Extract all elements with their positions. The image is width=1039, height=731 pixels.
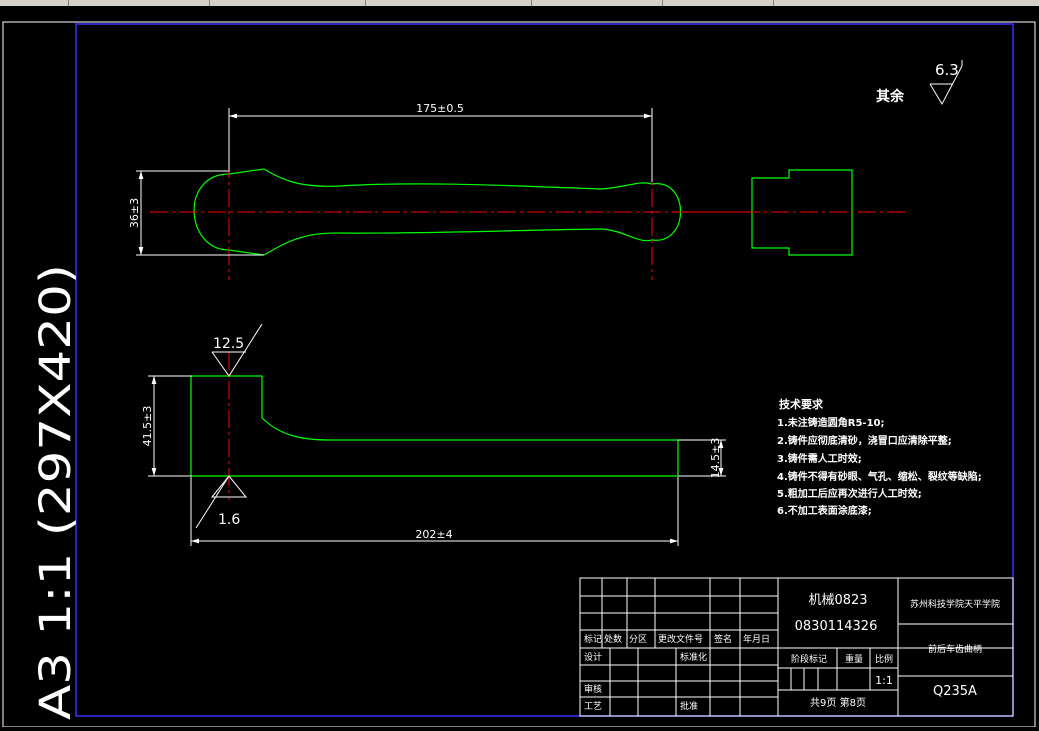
tb-school: 苏州科技学院天平学院 xyxy=(910,598,1000,610)
tb-header-zone: 分区 xyxy=(629,634,647,645)
front-view: 12.5 1.6 41.5±3 14.5±3 202±4 xyxy=(141,323,726,546)
tb-weight: 重量 xyxy=(845,653,863,665)
tech-requirements: 技术要求 1.未注铸造圆角R5-10; 2.铸件应彻底清砂，浇冒口应清除平整; … xyxy=(777,397,982,517)
tech-req-item: 4.铸件不得有砂眼、气孔、缩松、裂纹等缺陷; xyxy=(777,470,982,483)
tb-header-docno: 更改文件号 xyxy=(658,633,703,645)
tech-req-item: 6.不加工表面涂底漆; xyxy=(777,504,872,517)
tb-stage-mark: 阶段标记 xyxy=(791,653,827,665)
top-dim-length-text: 175±0.5 xyxy=(416,102,464,115)
tb-scale: 1:1 xyxy=(875,674,893,687)
tb-header-date: 年月日 xyxy=(743,633,770,645)
inner-border-frame xyxy=(75,23,1014,717)
outer-sheet-frame xyxy=(2,21,1036,728)
tb-material: Q235A xyxy=(933,684,977,699)
roughness-other-label: 其余 xyxy=(876,88,905,105)
tb-header-sign: 签名 xyxy=(714,633,732,645)
tb-sheet-info: 共9页 第8页 xyxy=(810,696,866,709)
sheet-size-label: A3 1:1 (297X420) xyxy=(31,264,81,720)
drawing-svg: A3 1:1 (297X420) 其余 6.3 175±0.5 36±3 12.… xyxy=(2,21,1036,728)
tb-row-design: 设计 xyxy=(584,651,602,663)
tech-req-item: 5.粗加工后应再次进行人工时效; xyxy=(777,487,922,500)
tb-row-process: 工艺 xyxy=(584,701,602,712)
crank-front-outline xyxy=(190,375,679,477)
tb-class-code: 机械0823 xyxy=(808,593,867,608)
top-view: 175±0.5 36±3 xyxy=(128,102,760,280)
tech-req-item: 3.铸件需人工时效; xyxy=(777,452,862,465)
roughness-bottom-value: 1.6 xyxy=(218,512,240,528)
tb-student-id: 0830114326 xyxy=(795,619,878,634)
tb-row-std: 标准化 xyxy=(680,651,707,663)
tb-part-name: 前后车齿曲柄 xyxy=(928,643,982,655)
top-dim-height-text: 36±3 xyxy=(128,198,141,228)
front-dim-length-text: 202±4 xyxy=(415,528,452,541)
tech-req-item: 2.铸件应彻底清砂，浇冒口应清除平整; xyxy=(777,434,952,447)
front-dim-left-text: 41.5±3 xyxy=(141,406,154,447)
tb-header-count: 处数 xyxy=(604,633,622,645)
tb-header-mark: 标记 xyxy=(584,633,602,645)
tech-req-title: 技术要求 xyxy=(779,397,824,411)
roughness-top-value: 12.5 xyxy=(213,336,244,352)
roughness-other-value: 6.3 xyxy=(935,61,959,79)
tb-row-review: 审核 xyxy=(584,683,602,695)
tech-req-item: 1.未注铸造圆角R5-10; xyxy=(777,416,884,429)
front-dim-right-text: 14.5±3 xyxy=(709,438,722,479)
title-block-text: 标记 处数 分区 更改文件号 签名 年月日 设计 标准化 审核 工艺 批准 机械… xyxy=(584,593,1000,712)
tb-row-approve: 批准 xyxy=(680,700,698,712)
side-view xyxy=(684,169,908,256)
tb-ratio: 比例 xyxy=(875,653,893,665)
cad-drawing-canvas[interactable]: A3 1:1 (297X420) 其余 6.3 175±0.5 36±3 12.… xyxy=(0,6,1039,728)
